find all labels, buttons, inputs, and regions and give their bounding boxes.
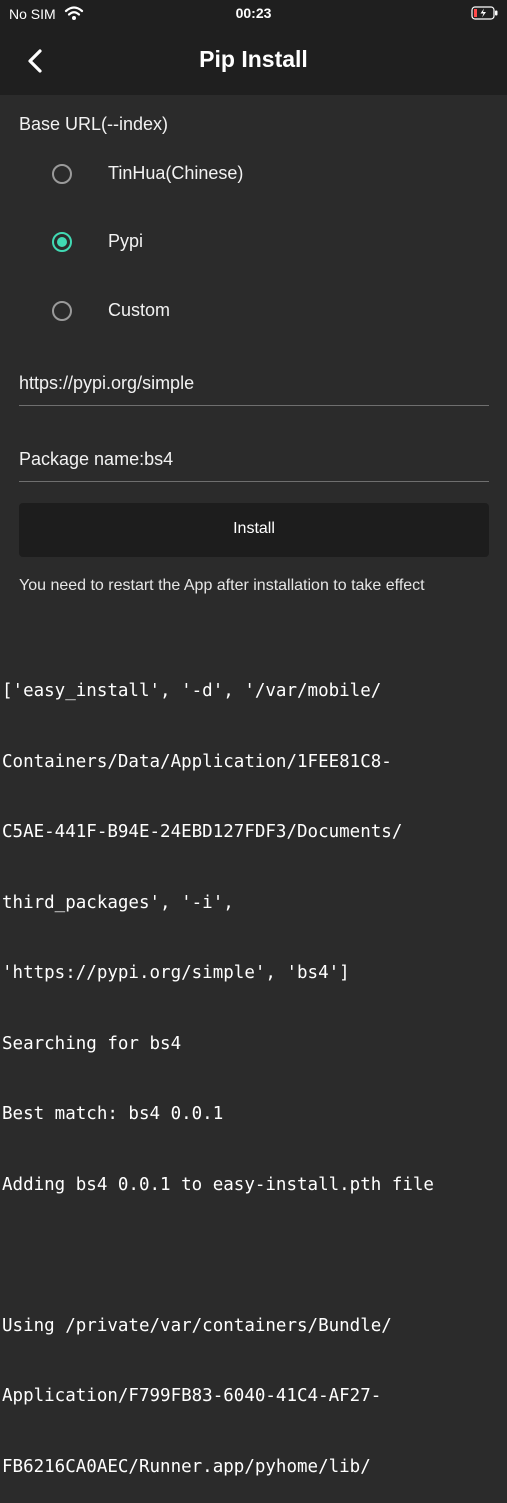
log-line: Searching for bs4 [2,1033,182,1054]
page-title: Pip Install [199,46,308,72]
log-line: 'https://pypi.org/simple', 'bs4'] [2,963,350,983]
log-line: FB6216CA0AEC/Runner.app/pyhome/lib/ [2,1456,371,1477]
log-line: Containers/Data/Application/1FEE81C8- [2,751,392,772]
log-line: Adding bs4 0.0.1 to easy-install.pth fil… [2,1174,434,1195]
restart-note: You need to restart the App after instal… [19,577,425,594]
install-log: ['easy_install', '-d', '/var/mobile/ Con… [2,633,505,1503]
radio-button[interactable] [52,164,72,184]
package-name-value: Package name:bs4 [19,449,174,469]
radio-option-pypi[interactable]: Pypi [50,227,450,261]
package-name-input[interactable]: Package name:bs4 [19,441,489,482]
radio-button[interactable] [52,301,72,321]
log-line: third_packages', '-i', [2,892,234,913]
log-line: Using /private/var/containers/Bundle/ [2,1315,392,1336]
log-line: Application/F799FB83-6040-41C4-AF27- [2,1386,382,1406]
radio-option-tinhua[interactable]: TinHua(Chinese) [50,159,450,193]
battery-charging-icon [471,6,499,25]
radio-option-custom[interactable]: Custom [50,296,450,330]
log-line: C5AE-441F-B94E-24EBD127FDF3/Documents/ [2,822,403,842]
url-input[interactable]: https://pypi.org/simple [19,365,489,406]
status-time: 00:23 [235,5,272,21]
base-url-label: Base URL(--index) [19,114,169,134]
radio-button-selected[interactable] [52,232,72,252]
radio-label: TinHua(Chinese) [108,163,244,183]
install-button-label: Install [233,520,275,537]
radio-label: Custom [108,300,171,320]
url-input-value: https://pypi.org/simple [19,373,195,393]
install-button[interactable]: Install [19,503,489,557]
radio-label: Pypi [108,231,144,251]
status-bar: No SIM 00:23 [0,0,507,28]
log-line: ['easy_install', '-d', '/var/mobile/ [2,681,382,701]
navigation-bar: Pip Install [0,28,507,95]
radio-selected-dot [57,237,67,247]
log-line: Best match: bs4 0.0.1 [2,1104,224,1124]
